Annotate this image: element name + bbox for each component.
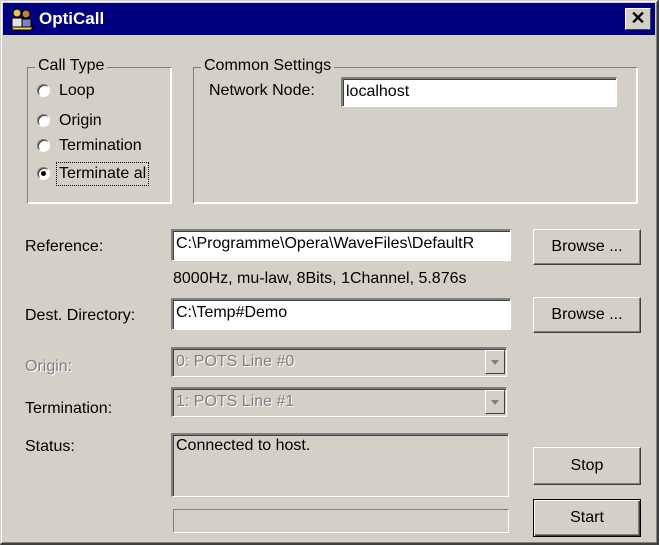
stop-button[interactable]: Stop <box>533 447 641 485</box>
radio-button-loop[interactable] <box>37 84 50 97</box>
radio-button-terminate-all[interactable] <box>37 167 50 180</box>
chevron-down-icon[interactable] <box>485 350 505 374</box>
close-icon: ✕ <box>630 8 646 28</box>
radio-label-loop: Loop <box>59 82 95 99</box>
call-type-legend: Call Type <box>35 57 108 75</box>
termination-label: Termination: <box>25 400 113 417</box>
chevron-down-icon[interactable] <box>485 390 505 414</box>
termination-select[interactable]: 1: POTS Line #1 <box>171 387 507 417</box>
reference-input[interactable]: C:\Programme\Opera\WaveFiles\DefaultR <box>171 229 511 261</box>
reference-file-info: 8000Hz, mu-law, 8Bits, 1Channel, 5.876s <box>173 270 467 287</box>
call-type-group: Call Type Loop Origin Termination Termin… <box>27 57 171 203</box>
radio-label-termination: Termination <box>59 137 142 154</box>
origin-label: Origin: <box>25 358 73 375</box>
network-node-label: Network Node: <box>209 82 315 99</box>
origin-select-value: 0: POTS Line #0 <box>176 353 295 370</box>
common-settings-legend: Common Settings <box>201 57 335 75</box>
telephone-people-icon <box>9 7 35 31</box>
dest-directory-label: Dest. Directory: <box>25 307 136 324</box>
origin-select[interactable]: 0: POTS Line #0 <box>171 347 507 377</box>
status-progress-bar <box>173 509 509 533</box>
dest-directory-input[interactable]: C:\Temp#Demo <box>171 298 511 330</box>
network-node-input[interactable]: localhost <box>341 77 617 107</box>
dest-directory-browse-button[interactable]: Browse ... <box>533 297 641 333</box>
opticall-window: OptiCall ✕ Call Type Loop Origin Termina… <box>0 0 659 545</box>
radio-label-origin: Origin <box>59 112 102 129</box>
radio-button-termination[interactable] <box>37 139 50 152</box>
radio-button-origin[interactable] <box>37 114 50 127</box>
status-text: Connected to host. <box>176 437 311 454</box>
common-settings-group: Common Settings Network Node: localhost <box>193 57 637 203</box>
start-button[interactable]: Start <box>533 499 641 537</box>
window-title: OptiCall <box>39 9 105 28</box>
radio-label-terminate-all: Terminate al <box>55 162 150 186</box>
termination-select-value: 1: POTS Line #1 <box>176 393 295 410</box>
title-bar[interactable]: OptiCall ✕ <box>3 3 655 35</box>
reference-label: Reference: <box>25 238 104 255</box>
status-box: Connected to host. <box>171 433 509 497</box>
reference-browse-button[interactable]: Browse ... <box>533 229 641 265</box>
close-button[interactable]: ✕ <box>625 8 651 30</box>
status-label: Status: <box>25 438 75 455</box>
